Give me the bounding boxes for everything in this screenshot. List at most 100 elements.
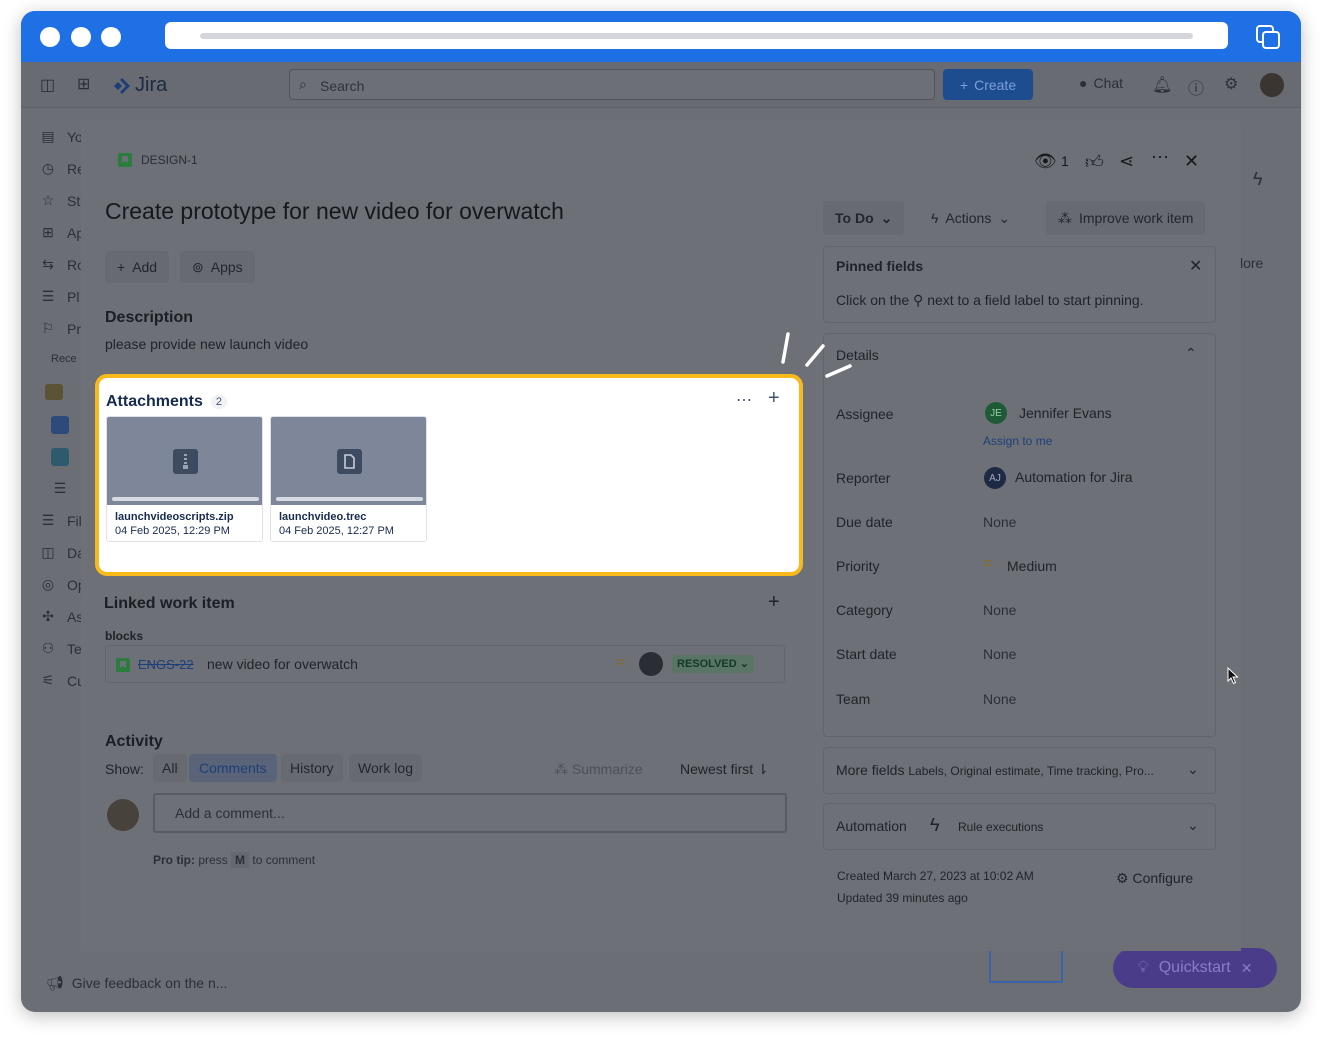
- linked-item-row[interactable]: ENGS-22 new video for overwatch = RESOLV…: [105, 645, 785, 683]
- status-badge[interactable]: RESOLVED ⌄: [672, 655, 754, 673]
- watch-icon[interactable]: 👁︎: [1034, 151, 1057, 172]
- sidebar-item-projects[interactable]: ⚐ Pr: [39, 320, 81, 337]
- apps-icon: ⊞: [42, 224, 54, 240]
- sidebar-recent-project-3[interactable]: [51, 448, 69, 466]
- category-value[interactable]: None: [983, 602, 1016, 618]
- chat-button[interactable]: ● Chat: [1079, 75, 1123, 91]
- search-input[interactable]: ⌕ Search: [289, 69, 935, 100]
- sidebar-item-operations[interactable]: ◎ Op: [39, 576, 86, 593]
- sidebar-item-plans[interactable]: ☰ Pl: [39, 288, 80, 305]
- tabs-icon[interactable]: [1255, 24, 1281, 50]
- window-minimize-dot[interactable]: [71, 27, 91, 47]
- apps-icon: ⊚: [192, 258, 204, 275]
- sidebar-toggle-icon[interactable]: ◫: [40, 75, 55, 95]
- create-button[interactable]: + Create: [943, 69, 1033, 100]
- attachment-card[interactable]: launchvideo.trec 04 Feb 2025, 12:27 PM: [270, 416, 427, 542]
- sidebar-item-label: Fil: [67, 512, 82, 529]
- issue-key[interactable]: DESIGN-1: [118, 153, 198, 167]
- reporter-value[interactable]: Automation for Jira: [1015, 469, 1133, 485]
- linked-item-summary[interactable]: new video for overwatch: [207, 656, 358, 672]
- close-pinned-icon[interactable]: ✕: [1189, 256, 1202, 276]
- chevron-down-icon: ⌄: [880, 209, 893, 226]
- apps-button[interactable]: ⊚ Apps: [180, 251, 255, 283]
- add-link-icon[interactable]: +: [768, 591, 780, 614]
- issue-title[interactable]: Create prototype for new video for overw…: [105, 198, 564, 225]
- more-actions-icon[interactable]: ⋯: [1151, 147, 1169, 168]
- sidebar-item-teams[interactable]: ⚇ Te: [39, 640, 82, 657]
- app-switcher-icon[interactable]: ⊞: [77, 74, 90, 94]
- assign-to-me-link[interactable]: Assign to me: [983, 434, 1052, 448]
- priority-medium-icon: =: [983, 555, 993, 572]
- search-placeholder: Search: [320, 78, 365, 94]
- sidebar-item-assets[interactable]: ✣ As: [39, 608, 83, 625]
- window-zoom-dot[interactable]: [101, 27, 121, 47]
- help-icon[interactable]: ⓘ: [1188, 75, 1204, 99]
- chevron-down-icon[interactable]: ⌄: [1187, 817, 1199, 834]
- linked-item-key[interactable]: ENGS-22: [138, 657, 194, 672]
- attachment-thumbnail: [271, 417, 426, 505]
- sidebar-item-for-you[interactable]: ▤ Yo: [39, 128, 82, 145]
- chevron-down-icon: ⌄: [998, 209, 1011, 226]
- sidebar-item-starred[interactable]: ☆ St: [39, 192, 81, 209]
- address-bar[interactable]: [165, 22, 1228, 49]
- gear-icon: ⚙: [1116, 870, 1129, 886]
- pinned-heading: Pinned fields: [836, 258, 924, 274]
- more-fields-row[interactable]: More fields Labels, Original estimate, T…: [836, 762, 1154, 778]
- summarize-button[interactable]: ⁂ Summarize: [554, 761, 643, 778]
- close-icon[interactable]: ✕: [1241, 960, 1253, 977]
- window-close-dot[interactable]: [40, 27, 60, 47]
- sidebar-item-recent[interactable]: ◷ Re: [39, 160, 85, 177]
- sidebar-item-roadmaps[interactable]: ⇆ Ro: [39, 256, 85, 273]
- filter-history[interactable]: History: [281, 754, 343, 782]
- sidebar-item-customize[interactable]: ⚟ Cu: [39, 672, 85, 689]
- filter-work-log[interactable]: Work log: [349, 754, 422, 782]
- notifications-icon[interactable]: 🔔︎: [1152, 75, 1172, 95]
- sort-button[interactable]: Newest first ⇂: [680, 761, 769, 778]
- status-dropdown[interactable]: To Do ⌄: [823, 201, 905, 235]
- quickstart-button[interactable]: 💡︎ Quickstart ✕: [1113, 948, 1277, 988]
- settings-icon[interactable]: ⚙: [1224, 74, 1238, 94]
- team-value[interactable]: None: [983, 691, 1016, 707]
- filter-all[interactable]: All: [153, 754, 187, 782]
- sidebar-section-label: Rece: [51, 353, 77, 365]
- jira-logo[interactable]: Jira: [113, 74, 167, 97]
- description-text[interactable]: please provide new launch video: [105, 336, 308, 352]
- add-label: Add: [132, 259, 158, 275]
- create-label: Create: [974, 76, 1017, 93]
- start-date-value[interactable]: None: [983, 646, 1016, 662]
- profile-avatar[interactable]: [1260, 73, 1284, 97]
- feedback-link[interactable]: 📢︎ Give feedback on the n...: [46, 975, 227, 992]
- sidebar-item-filters[interactable]: ☰ Fil: [39, 512, 82, 529]
- close-modal-icon[interactable]: ✕: [1184, 151, 1199, 172]
- attachment-card[interactable]: launchvideoscripts.zip 04 Feb 2025, 12:2…: [106, 416, 263, 542]
- attachments-count: 2: [210, 395, 228, 409]
- share-icon[interactable]: ⋖: [1119, 151, 1134, 172]
- add-attachment-icon[interactable]: +: [768, 387, 780, 410]
- actions-dropdown[interactable]: ϟ Actions ⌄: [919, 201, 1022, 235]
- sidebar-item-dashboards[interactable]: ◫ Da: [39, 544, 85, 561]
- chevron-up-icon[interactable]: ⌃: [1185, 345, 1197, 362]
- sidebar-item-apps[interactable]: ⊞ Ap: [39, 224, 84, 241]
- configure-button[interactable]: ⚙ Configure: [1116, 870, 1193, 887]
- assignee-value[interactable]: Jennifer Evans: [1019, 405, 1112, 421]
- lightbulb-icon: 💡︎: [1137, 959, 1149, 976]
- like-icon[interactable]: 👍︎: [1085, 151, 1104, 173]
- attachments-more-icon[interactable]: ⋯: [736, 390, 753, 410]
- chevron-down-icon[interactable]: ⌄: [1187, 761, 1199, 778]
- roadmap-icon: ⇆: [42, 256, 54, 272]
- sidebar-recent-project-1[interactable]: [45, 384, 63, 400]
- sidebar-item-label: St: [67, 192, 81, 209]
- filters-icon: ☰: [41, 512, 55, 528]
- improve-button[interactable]: ⁂ Improve work item: [1046, 201, 1206, 235]
- filter-comments[interactable]: Comments: [189, 754, 277, 782]
- operations-icon: ◎: [41, 576, 55, 592]
- priority-value[interactable]: Medium: [1007, 558, 1057, 574]
- attachment-date: 04 Feb 2025, 12:29 PM: [115, 525, 230, 537]
- due-date-label: Due date: [836, 514, 893, 530]
- sidebar-recent-view[interactable]: ☰: [51, 480, 69, 497]
- due-date-value[interactable]: None: [983, 514, 1016, 530]
- comment-input[interactable]: Add a comment...: [153, 793, 787, 833]
- sidebar-recent-project-2[interactable]: [51, 416, 69, 434]
- add-button[interactable]: + Add: [105, 251, 170, 283]
- status-label: RESOLVED: [677, 658, 737, 670]
